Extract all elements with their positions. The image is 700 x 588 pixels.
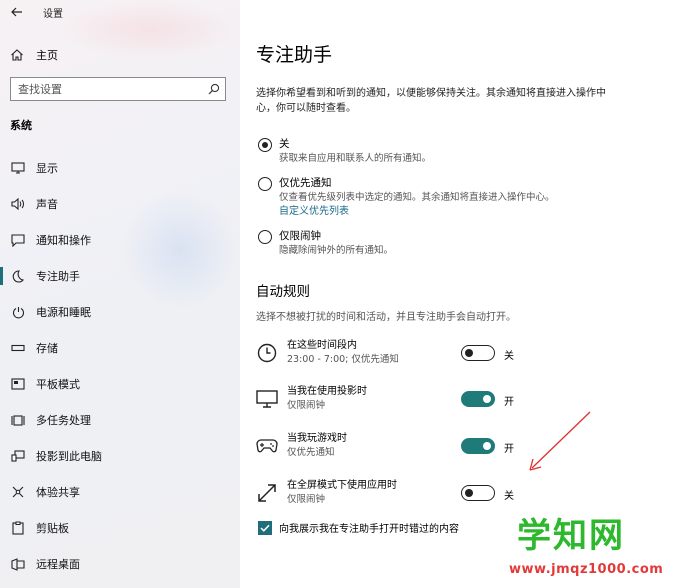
sidebar: 设置 主页 系统 显示 声音 通知和操作 专注助手 电源和睡眠 — [0, 0, 240, 588]
clipboard-icon — [10, 520, 26, 536]
checkmark-icon — [260, 524, 270, 532]
clock-icon — [256, 342, 278, 364]
rule-subtitle: 仅限闹钟 — [287, 494, 326, 505]
sidebar-item-storage[interactable]: 存储 — [0, 330, 240, 366]
monitor-icon — [10, 160, 26, 176]
rule-title: 当我玩游戏时 — [287, 433, 347, 444]
sidebar-item-label: 专注助手 — [36, 270, 80, 283]
rule-gaming[interactable]: 当我玩游戏时 仅优先通知 开 — [256, 432, 556, 462]
watermark: 学知网 www.jmqz1000.com — [505, 500, 700, 588]
missed-notifications-label: 向我展示我在专注助手打开时错过的内容 — [279, 524, 459, 535]
sidebar-item-label: 通知和操作 — [36, 234, 91, 247]
home-label: 主页 — [36, 49, 58, 62]
option-title: 关 — [279, 138, 290, 150]
sidebar-item-project-to-pc[interactable]: 投影到此电脑 — [0, 438, 240, 474]
sidebar-item-focus-assist[interactable]: 专注助手 — [0, 258, 240, 294]
sidebar-item-label: 远程桌面 — [36, 558, 80, 571]
sidebar-item-label: 投影到此电脑 — [36, 450, 102, 463]
sidebar-home[interactable]: 主页 — [10, 45, 58, 65]
sidebar-item-multitasking[interactable]: 多任务处理 — [0, 402, 240, 438]
option-desc: 仅查看优先级列表中选定的通知。其余通知将直接进入操作中心。 — [279, 192, 555, 203]
option-desc: 隐藏除闹钟外的所有通知。 — [279, 245, 394, 256]
annotation-arrow-icon — [529, 411, 591, 471]
share-icon — [10, 484, 26, 500]
tablet-icon — [10, 376, 26, 392]
title-bar: 设置 — [0, 0, 240, 24]
page-title: 专注助手 — [256, 44, 333, 66]
rule-title: 当我在使用投影时 — [287, 386, 367, 397]
speaker-icon — [10, 196, 26, 212]
search-icon[interactable] — [203, 83, 225, 95]
search-input[interactable] — [11, 78, 203, 100]
rule-subtitle: 仅优先通知 — [287, 447, 335, 458]
watermark-text: 学知网 — [517, 516, 625, 556]
back-button[interactable] — [0, 0, 34, 24]
page-intro: 选择你希望看到和听到的通知，以便能够保持关注。其余通知将直接进入操作中心，你可以… — [256, 88, 606, 114]
storage-icon — [10, 340, 26, 356]
sidebar-item-clipboard[interactable]: 剪贴板 — [0, 510, 240, 546]
missed-notifications-checkbox[interactable] — [258, 520, 272, 535]
radio-alarms-only[interactable] — [258, 230, 272, 244]
sidebar-item-label: 电源和睡眠 — [36, 306, 91, 319]
sidebar-nav: 显示 声音 通知和操作 专注助手 电源和睡眠 存储 平板模式 多任务处理 投影到… — [0, 150, 240, 582]
moon-icon — [10, 268, 26, 284]
notification-icon — [10, 232, 26, 248]
home-icon — [11, 49, 23, 61]
customize-priority-list-link[interactable]: 自定义优先列表 — [279, 205, 555, 219]
sidebar-item-label: 体验共享 — [36, 486, 80, 499]
sidebar-item-shared-experiences[interactable]: 体验共享 — [0, 474, 240, 510]
gamepad-icon — [256, 435, 278, 457]
power-icon — [10, 304, 26, 320]
sidebar-item-label: 存储 — [36, 342, 58, 355]
option-title: 仅限闹钟 — [279, 230, 321, 242]
sidebar-item-label: 显示 — [36, 162, 58, 175]
sidebar-item-label: 剪贴板 — [36, 522, 69, 535]
app-title: 设置 — [43, 8, 63, 20]
rule-subtitle: 仅限闹钟 — [287, 400, 326, 411]
option-off[interactable]: 关 获取来自应用和联系人的所有通知。 — [258, 137, 431, 166]
toggle-state: 开 — [504, 444, 514, 455]
radio-priority-only[interactable] — [258, 177, 272, 191]
radio-off[interactable] — [258, 138, 272, 152]
monitor-icon — [256, 388, 278, 410]
toggle-time-period[interactable] — [461, 345, 495, 361]
search-box[interactable] — [10, 77, 226, 101]
toggle-state: 关 — [504, 351, 514, 362]
fullscreen-icon — [256, 482, 278, 504]
toggle-fullscreen[interactable] — [461, 485, 495, 501]
section-label: 系统 — [10, 119, 32, 132]
watermark-url: www.jmqz1000.com — [509, 562, 664, 577]
rule-subtitle: 23:00 - 7:00; 仅优先通知 — [287, 354, 399, 365]
sidebar-item-label: 平板模式 — [36, 378, 80, 391]
missed-notifications-option[interactable]: 向我展示我在专注助手打开时错过的内容 — [258, 520, 459, 535]
rule-time-period[interactable]: 在这些时间段内 23:00 - 7:00; 仅优先通知 关 — [256, 339, 556, 369]
option-desc: 获取来自应用和联系人的所有通知。 — [279, 153, 432, 164]
sidebar-item-label: 多任务处理 — [36, 414, 91, 427]
sidebar-item-label: 声音 — [36, 198, 58, 211]
rule-title: 在这些时间段内 — [287, 340, 357, 351]
option-priority-only[interactable]: 仅优先通知 仅查看优先级列表中选定的通知。其余通知将直接进入操作中心。 自定义优… — [258, 176, 555, 219]
option-title: 仅优先通知 — [279, 177, 332, 189]
option-alarms-only[interactable]: 仅限闹钟 隐藏除闹钟外的所有通知。 — [258, 229, 393, 258]
sidebar-item-notifications[interactable]: 通知和操作 — [0, 222, 240, 258]
toggle-gaming[interactable] — [461, 438, 495, 454]
sidebar-item-remote-desktop[interactable]: 远程桌面 — [0, 546, 240, 582]
sidebar-item-tablet-mode[interactable]: 平板模式 — [0, 366, 240, 402]
toggle-state: 开 — [504, 397, 514, 408]
remote-desktop-icon — [10, 556, 26, 572]
toggle-projecting[interactable] — [461, 391, 495, 407]
sidebar-item-display[interactable]: 显示 — [0, 150, 240, 186]
sidebar-item-sound[interactable]: 声音 — [0, 186, 240, 222]
rule-title: 在全屏模式下使用应用时 — [287, 480, 397, 491]
sidebar-item-power[interactable]: 电源和睡眠 — [0, 294, 240, 330]
multitask-icon — [10, 412, 26, 428]
rule-projecting[interactable]: 当我在使用投影时 仅限闹钟 开 — [256, 385, 556, 415]
project-icon — [10, 448, 26, 464]
auto-rules-desc: 选择不想被打扰的时间和活动，并且专注助手会自动打开。 — [256, 312, 516, 323]
back-arrow-icon — [11, 7, 22, 17]
auto-rules-title: 自动规则 — [256, 284, 310, 300]
